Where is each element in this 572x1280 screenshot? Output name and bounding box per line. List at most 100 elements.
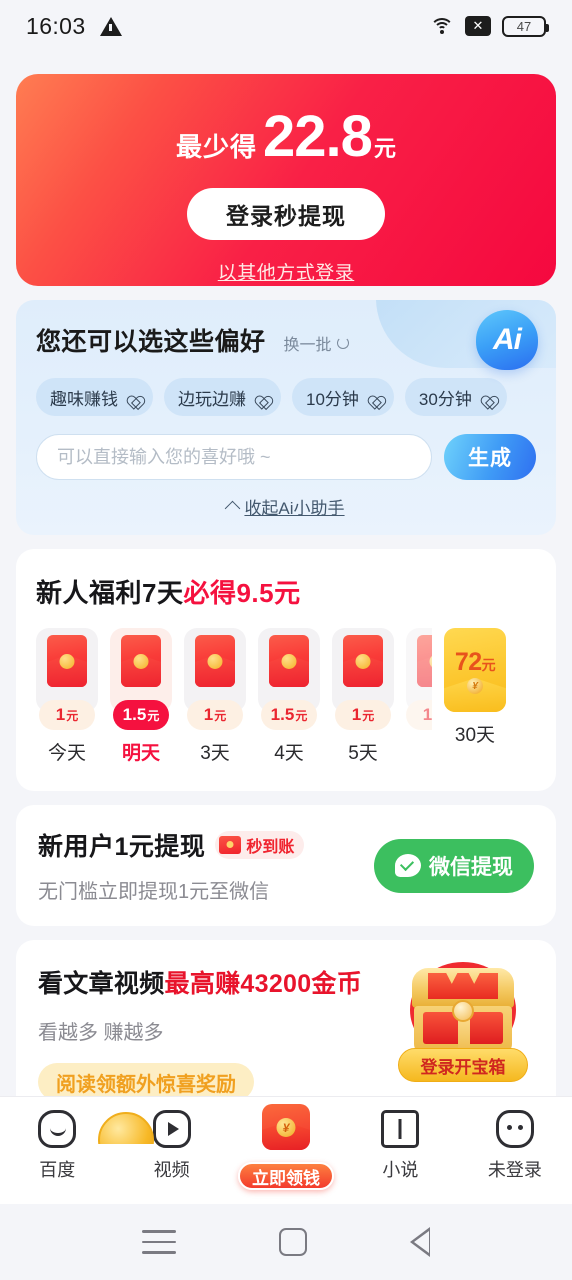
red-envelope-icon <box>121 635 161 687</box>
gold-amount-value: 72 <box>454 648 482 676</box>
treasure-chest-illustration: 登录开宝箱 <box>396 958 530 1088</box>
battery-level: 47 <box>516 18 532 34</box>
day-reward-item[interactable]: 1.5 元 明天 <box>110 628 172 765</box>
day-amount-value: 1.5 <box>122 705 147 724</box>
day-reward-item-partial[interactable]: 1元 <box>406 628 432 738</box>
withdraw-title-row: 新用户1元提现 秒到账 <box>38 827 305 863</box>
day-amount: 1元 <box>335 700 391 730</box>
ai-card-header: 您还可以选这些偏好 换一批 <box>36 322 536 358</box>
tab-label: 视频 <box>153 1160 190 1180</box>
red-envelope-icon <box>417 635 432 687</box>
red-envelope-icon <box>343 635 383 687</box>
refresh-preferences-button[interactable]: 换一批 <box>284 331 349 355</box>
instant-arrival-badge: 秒到账 <box>215 831 305 859</box>
wechat-withdraw-button[interactable]: 微信提现 <box>374 838 534 893</box>
day-amount-unit: 元 <box>147 708 160 723</box>
coin-icon: ¥ <box>467 678 483 694</box>
bottom-tab-bar: 百度 视频 ¥ 立即领钱 小说 未登录 <box>0 1096 572 1204</box>
status-bar: 16:03 ✕ 47 <box>0 0 572 52</box>
hero-amount-value: 22.8 <box>263 104 373 169</box>
status-bar-right: ✕ 47 <box>430 15 549 37</box>
tab-account[interactable]: 未登录 <box>458 1110 572 1182</box>
wifi-icon <box>430 17 454 35</box>
chip-label: 30分钟 <box>418 389 472 409</box>
chip-label: 趣味赚钱 <box>50 389 118 409</box>
baidu-bear-icon <box>38 1110 77 1148</box>
refresh-label: 换一批 <box>283 337 332 354</box>
android-nav-bar <box>0 1204 572 1280</box>
gold-amount-unit: 元 <box>481 657 496 673</box>
ai-preference-card: Ai 您还可以选这些偏好 换一批 趣味赚钱 边玩边赚 10分钟 30分钟 可以直… <box>16 300 556 535</box>
day-amount-value: 1.5 <box>270 705 295 724</box>
day-reward-item-gold[interactable]: 72元 ¥ 30天 <box>444 628 506 747</box>
red-envelope-icon <box>195 635 235 687</box>
day-amount-value: 1 <box>351 705 362 724</box>
red-envelope-icon <box>47 635 87 687</box>
day-amount-unit: 元 <box>214 708 227 723</box>
tab-baidu[interactable]: 百度 <box>0 1110 114 1182</box>
preference-chip[interactable]: 趣味赚钱 <box>36 378 153 416</box>
collapse-label: 收起Ai小助手 <box>244 499 345 518</box>
tab-label: 百度 <box>39 1160 76 1180</box>
day-amount: 1元 <box>406 700 432 730</box>
day-label: 今天 <box>47 743 86 764</box>
day-label: 4天 <box>274 743 304 764</box>
hero-prefix: 最少得 <box>176 132 258 162</box>
chest-body <box>412 968 514 1054</box>
day-reward-item[interactable]: 1元 今天 <box>36 628 98 765</box>
day-amount: 1元 <box>39 700 95 730</box>
chip-label: 10分钟 <box>306 389 359 409</box>
day-amount-value: 1 <box>422 705 432 724</box>
day-reward-item[interactable]: 1.5 元 4天 <box>258 628 320 765</box>
tab-novel[interactable]: 小说 <box>343 1110 457 1182</box>
login-withdraw-button[interactable]: 登录秒提现 <box>187 188 385 240</box>
day-label: 明天 <box>121 743 160 764</box>
collapse-ai-assistant-button[interactable]: 收起Ai小助手 <box>36 494 536 519</box>
red-envelope-icon <box>269 635 309 687</box>
hero-banner: 最少得 22.8 元 登录秒提现 以其他方式登录 <box>16 74 556 286</box>
day-amount-value: 1 <box>203 705 214 724</box>
other-login-link[interactable]: 以其他方式登录 <box>218 258 355 285</box>
day-reward-item[interactable]: 1元 5天 <box>332 628 394 765</box>
battery-icon: 47 <box>502 15 549 37</box>
tab-label: 小说 <box>382 1160 419 1180</box>
hero-amount: 最少得 22.8 元 <box>176 108 396 166</box>
benefit-title-highlight: 必得9.5元 <box>183 578 301 608</box>
preference-chip[interactable]: 10分钟 <box>292 378 394 416</box>
wechat-withdraw-label: 微信提现 <box>429 855 513 879</box>
preference-chips: 趣味赚钱 边玩边赚 10分钟 30分钟 <box>36 378 536 416</box>
status-time: 16:03 <box>26 12 86 39</box>
back-icon[interactable] <box>410 1227 431 1257</box>
heart-icon <box>252 390 267 404</box>
book-icon <box>381 1110 420 1148</box>
play-circle-icon <box>152 1110 191 1148</box>
chevron-up-icon <box>225 500 241 517</box>
preference-chip[interactable]: 边玩边赚 <box>164 378 281 416</box>
article-title-plain: 看文章视频 <box>38 970 165 998</box>
home-icon[interactable] <box>278 1228 307 1256</box>
withdraw-info: 新用户1元提现 秒到账 无门槛立即提现1元至微信 <box>38 827 305 904</box>
newcomer-benefit-card: 新人福利7天必得9.5元 1元 今天 1.5 元 明天 1 元 3天 1.5 元… <box>16 549 556 791</box>
tab-label: 未登录 <box>487 1160 542 1180</box>
preference-input[interactable] <box>36 434 432 480</box>
menu-icon[interactable] <box>141 1230 176 1254</box>
ai-card-title: 您还可以选这些偏好 <box>36 328 266 356</box>
refresh-icon <box>336 337 349 349</box>
red-envelope-icon: ¥ <box>262 1104 311 1150</box>
heart-icon <box>478 390 493 404</box>
open-chest-button[interactable]: 登录开宝箱 <box>398 1048 528 1082</box>
tab-claim-money[interactable]: ¥ 立即领钱 <box>229 1104 343 1190</box>
generate-button[interactable]: 生成 <box>444 434 536 480</box>
day-amount-unit: 元 <box>362 708 375 723</box>
face-icon <box>495 1110 534 1148</box>
app-screen: 16:03 ✕ 47 最少得 22.8 元 登录秒提现 以其他方式登录 Ai 您… <box>0 0 572 1280</box>
day-amount: 1.5 元 <box>261 700 317 730</box>
heart-icon <box>365 390 380 404</box>
benefit-title-plain: 新人福利7天 <box>36 578 184 608</box>
day-reward-item[interactable]: 1元 3天 <box>184 628 246 765</box>
signal-x-icon: ✕ <box>465 16 491 36</box>
preference-chip[interactable]: 30分钟 <box>404 378 507 416</box>
day-amount: 1元 <box>187 700 243 730</box>
tab-label: 立即领钱 <box>238 1162 335 1190</box>
ai-input-row: 生成 <box>36 434 536 480</box>
